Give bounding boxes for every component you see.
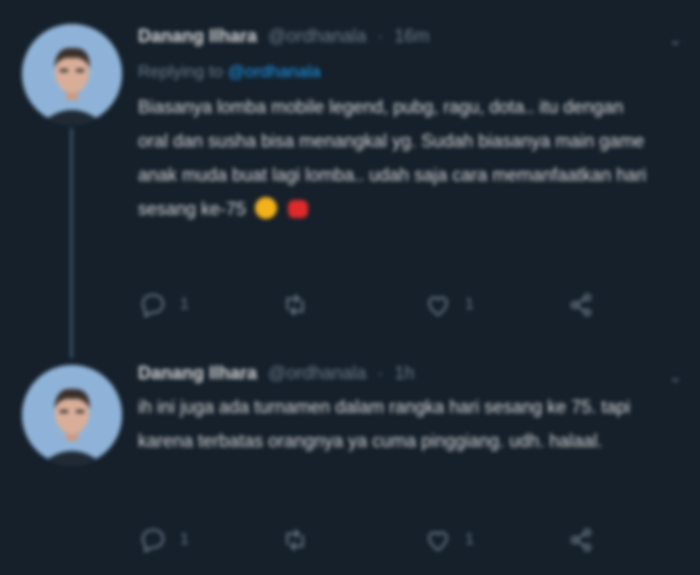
tweet-actions: 1 1 — [138, 525, 608, 555]
separator-dot: · — [377, 363, 384, 383]
reply-icon — [141, 293, 165, 319]
separator-dot: · — [377, 26, 384, 46]
share-icon — [570, 293, 592, 317]
reply-icon — [141, 528, 165, 554]
tweet-header: Danang Ilhara @ordhanala · 1h — [138, 363, 414, 384]
share-icon — [570, 528, 592, 552]
timestamp[interactable]: 16m — [394, 26, 429, 46]
flag-emoji-icon — [288, 200, 309, 218]
reply-button[interactable]: 1 — [138, 290, 189, 320]
user-handle[interactable]: @ordhanala — [268, 363, 366, 383]
retweet-icon — [286, 294, 304, 316]
display-name[interactable]: Danang Ilhara — [138, 26, 257, 46]
avatar[interactable] — [22, 24, 122, 124]
tweet-body: ih ini juga ada turnamen dalam rangka ha… — [138, 397, 631, 451]
reply-count: 1 — [180, 296, 189, 313]
display-name[interactable]: Danang Ilhara — [138, 363, 257, 383]
mention-link[interactable]: @ordhanala — [228, 62, 321, 81]
like-icon — [428, 296, 448, 317]
tweet-text: Biasanya lomba mobile legend, pubg, ragu… — [138, 90, 658, 226]
replying-to: Replying to @ordhanala — [138, 62, 321, 82]
retweet-button[interactable] — [280, 290, 322, 320]
thread-line — [70, 128, 73, 358]
timestamp[interactable]: 1h — [394, 363, 414, 383]
like-count: 1 — [465, 531, 474, 548]
tweet[interactable]: Danang Ilhara @ordhanala · 16m ⌄ Replyin… — [0, 0, 700, 358]
retweet-icon — [286, 529, 304, 551]
like-icon — [428, 531, 448, 552]
share-button[interactable] — [566, 525, 596, 555]
share-button[interactable] — [566, 290, 596, 320]
like-count: 1 — [465, 296, 474, 313]
user-handle[interactable]: @ordhanala — [268, 26, 366, 46]
profile-photo-icon — [22, 24, 122, 124]
avatar[interactable] — [22, 365, 122, 465]
tweet-actions: 1 1 — [138, 290, 608, 320]
chevron-down-icon[interactable]: ⌄ — [669, 30, 682, 50]
like-button[interactable]: 1 — [423, 290, 474, 320]
profile-photo-icon — [22, 365, 122, 465]
retweet-button[interactable] — [280, 525, 322, 555]
tweet-header: Danang Ilhara @ordhanala · 16m — [138, 26, 429, 47]
reply-button[interactable]: 1 — [138, 525, 189, 555]
reply-count: 1 — [180, 531, 189, 548]
tweet-text: ih ini juga ada turnamen dalam rangka ha… — [138, 390, 658, 458]
like-button[interactable]: 1 — [423, 525, 474, 555]
tweet-body: Biasanya lomba mobile legend, pubg, ragu… — [138, 97, 647, 219]
face-emoji-icon — [255, 197, 278, 219]
chevron-down-icon[interactable]: ⌄ — [669, 367, 682, 387]
replying-label: Replying to — [138, 62, 224, 81]
